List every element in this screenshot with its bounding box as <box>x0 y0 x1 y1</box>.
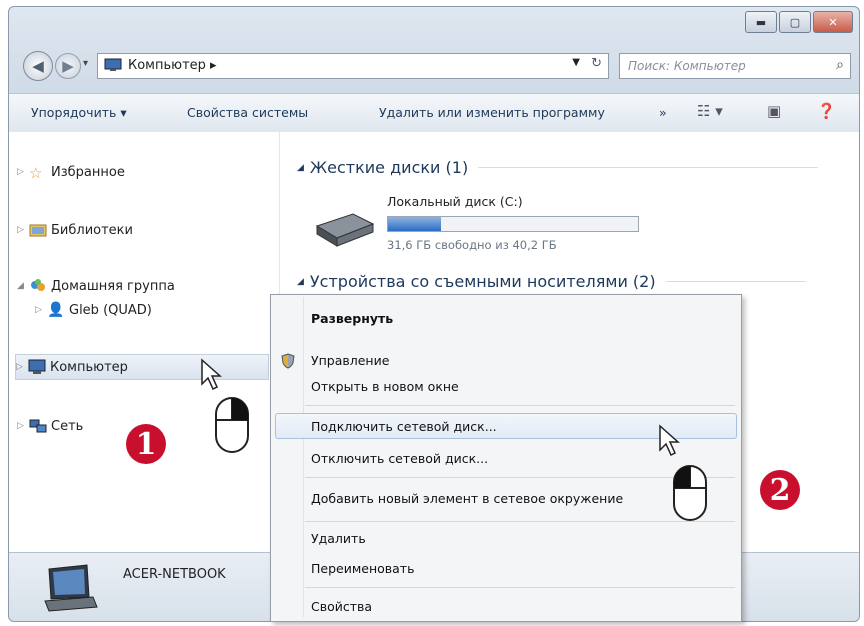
minimize-button[interactable]: ▬ <box>745 11 777 33</box>
menu-separator <box>305 521 735 522</box>
computer-name: ACER-NETBOOK <box>123 567 226 582</box>
expand-arrow-icon[interactable]: ▷ <box>16 362 28 372</box>
homegroup-icon <box>31 279 45 291</box>
address-row: ◀ ▶ ▾ Компьютер ▸ ▼ ↻ Поиск: Компьютер ⌕ <box>9 51 859 83</box>
nav-label: Избранное <box>51 164 125 180</box>
menu-item-rename[interactable]: Переименовать <box>311 561 414 576</box>
mouse-pointer-icon <box>659 424 680 457</box>
group-title: Устройства со съемными носителями (2) <box>309 272 656 291</box>
nav-label: Библиотеки <box>51 222 133 238</box>
collapse-arrow-icon[interactable]: ◢ <box>17 281 29 291</box>
expand-arrow-icon[interactable]: ▷ <box>17 421 29 431</box>
menu-item-delete[interactable]: Удалить <box>311 531 366 546</box>
system-properties-button[interactable]: Свойства системы <box>187 105 308 120</box>
nav-item-favorites[interactable]: ▷ ☆ Избранное <box>17 164 125 182</box>
collapse-arrow-icon[interactable]: ◢ <box>297 277 304 287</box>
menu-item-map-network-drive[interactable]: Подключить сетевой диск... <box>311 419 497 434</box>
nav-item-user[interactable]: ▷ 👤 Gleb (QUAD) <box>35 302 152 318</box>
drive-free-space: 31,6 ГБ свободно из 40,2 ГБ <box>387 238 557 252</box>
nav-item-libraries[interactable]: ▷ Библиотеки <box>17 222 133 238</box>
address-dropdown-icon[interactable]: ▼ <box>572 57 580 68</box>
more-commands-button[interactable]: » <box>659 105 667 120</box>
nav-item-homegroup[interactable]: ◢ Домашняя группа <box>17 278 175 294</box>
back-button[interactable]: ◀ <box>23 51 53 81</box>
step-marker: 2 <box>760 470 800 510</box>
context-menu: Развернуть Управление Открыть в новом ок… <box>270 294 742 622</box>
menu-item-properties[interactable]: Свойства <box>311 599 372 614</box>
computer-icon <box>44 564 98 612</box>
search-icon: ⌕ <box>836 57 844 73</box>
menu-gutter <box>303 297 304 617</box>
network-icon <box>29 419 47 433</box>
uninstall-program-button[interactable]: Удалить или изменить программу <box>379 105 605 120</box>
step-marker: 1 <box>126 424 166 464</box>
nav-label: Сеть <box>51 418 84 434</box>
breadcrumb[interactable]: Компьютер ▸ <box>128 58 217 73</box>
organize-button[interactable]: Упорядочить ▾ <box>31 105 127 120</box>
address-bar[interactable]: Компьютер ▸ ▼ ↻ <box>97 53 609 79</box>
search-input[interactable]: Поиск: Компьютер ⌕ <box>619 53 851 79</box>
close-button[interactable]: ✕ <box>813 11 853 33</box>
group-header-hdd[interactable]: ◢ Жесткие диски (1) <box>297 158 819 177</box>
navigation-pane: ▷ ☆ Избранное ▷ Библиотеки ◢ Домашняя гр… <box>9 132 279 552</box>
search-placeholder: Поиск: Компьютер <box>628 59 746 73</box>
drive-name[interactable]: Локальный диск (C:) <box>387 194 523 209</box>
caption-buttons: ▬ ▢ ✕ <box>743 11 853 33</box>
help-icon[interactable]: ❓ <box>817 102 836 120</box>
group-header-removable[interactable]: ◢ Устройства со съемными носителями (2) <box>297 272 806 291</box>
computer-icon <box>28 359 46 374</box>
menu-item-open-new-window[interactable]: Открыть в новом окне <box>311 379 459 394</box>
group-divider <box>478 167 819 168</box>
menu-separator <box>305 587 735 588</box>
menu-item-manage[interactable]: Управление <box>311 353 389 368</box>
group-divider <box>665 281 806 282</box>
view-options-icon[interactable]: ☷ ▾ <box>697 102 723 120</box>
maximize-button[interactable]: ▢ <box>779 11 811 33</box>
drive-usage-bar <box>387 216 639 232</box>
mouse-pointer-icon <box>201 358 222 391</box>
group-title: Жесткие диски (1) <box>309 158 469 177</box>
forward-button[interactable]: ▶ <box>55 53 81 79</box>
nav-label: Домашняя группа <box>51 278 175 294</box>
menu-item-disconnect-network-drive[interactable]: Отключить сетевой диск... <box>311 451 488 466</box>
computer-icon <box>104 58 122 71</box>
collapse-arrow-icon[interactable]: ◢ <box>297 163 304 173</box>
left-click-mouse-icon <box>673 465 707 521</box>
star-icon: ☆ <box>29 164 43 182</box>
nav-item-network[interactable]: ▷ Сеть <box>17 418 83 434</box>
menu-separator <box>305 477 735 478</box>
right-click-mouse-icon <box>215 397 249 453</box>
expand-arrow-icon[interactable]: ▷ <box>17 167 29 177</box>
nav-label: Компьютер <box>50 359 128 375</box>
nav-item-computer[interactable]: ▷ Компьютер <box>15 354 269 380</box>
preview-pane-icon[interactable]: ▣ <box>767 102 781 120</box>
nav-label: Gleb (QUAD) <box>69 302 152 318</box>
history-dropdown[interactable]: ▾ <box>83 58 88 69</box>
menu-item-add-network-location[interactable]: Добавить новый элемент в сетевое окружен… <box>311 491 623 506</box>
arrow-left-icon: ◀ <box>32 57 44 75</box>
library-icon <box>29 224 47 237</box>
expand-arrow-icon[interactable]: ▷ <box>17 225 29 235</box>
command-bar: Упорядочить ▾ Свойства системы Удалить и… <box>9 93 859 133</box>
arrow-right-icon: ▶ <box>62 57 74 75</box>
refresh-icon[interactable]: ↻ <box>591 56 602 71</box>
expand-arrow-icon[interactable]: ▷ <box>35 305 47 315</box>
drive-usage-fill <box>388 217 441 231</box>
menu-item-expand[interactable]: Развернуть <box>311 311 393 326</box>
menu-separator <box>305 405 735 406</box>
shield-icon <box>281 353 295 369</box>
hard-drive-icon <box>315 213 375 247</box>
user-icon: 👤 <box>47 302 65 318</box>
